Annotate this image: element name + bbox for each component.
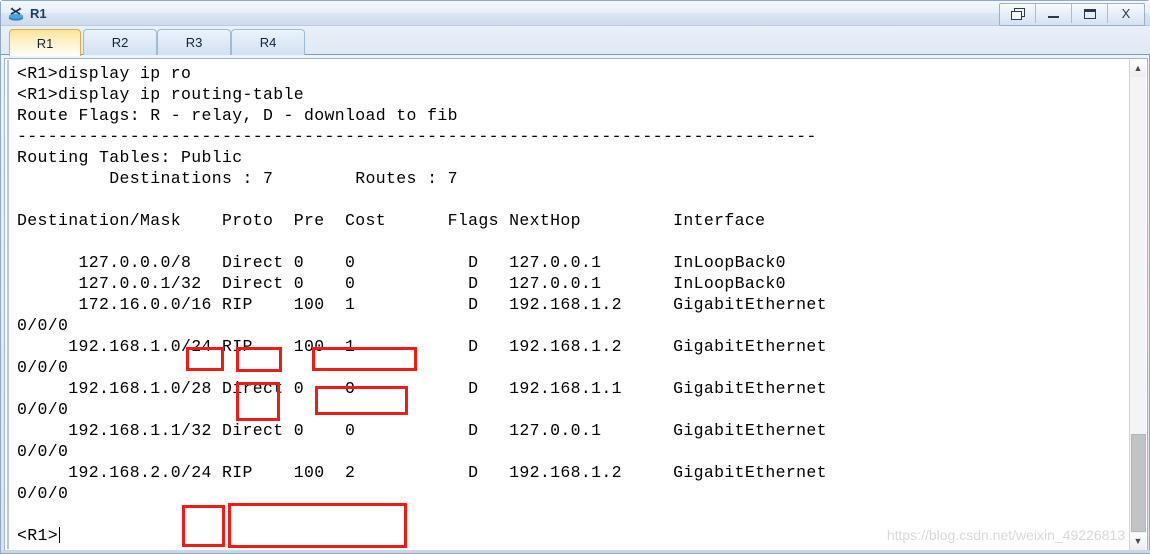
tab-r4[interactable]: R4: [231, 29, 305, 55]
window-title: R1: [30, 5, 47, 21]
window-controls: X: [999, 3, 1145, 26]
terminal-prompt: <R1>: [17, 526, 59, 545]
minimize-icon: [1048, 16, 1059, 18]
maximize-icon: [1083, 8, 1096, 19]
tab-r1[interactable]: R1: [9, 29, 81, 56]
tab-label: R1: [36, 35, 54, 51]
restore-icon: [1010, 7, 1025, 20]
scroll-up-button[interactable]: ▲: [1130, 60, 1146, 77]
text-cursor: [59, 527, 61, 543]
tab-label: R4: [259, 35, 277, 50]
terminal-body: <R1>display ip ro <R1>display ip routing…: [17, 64, 827, 503]
tab-r2[interactable]: R2: [83, 29, 157, 55]
minimize-button[interactable]: [1036, 4, 1072, 23]
tab-label: R2: [111, 35, 129, 50]
router-cli-window: R1 X R1 R2 R3 R4 <R1>display ip ro <R1>d…: [0, 0, 1150, 554]
chevron-down-icon: ▼: [1133, 536, 1143, 546]
tab-label: R3: [185, 35, 203, 50]
status-strip: [1, 550, 1150, 553]
maximize-button[interactable]: [1072, 4, 1108, 23]
terminal-output-area[interactable]: <R1>display ip ro <R1>display ip routing…: [7, 60, 1129, 549]
terminal-text: <R1>display ip ro <R1>display ip routing…: [17, 63, 827, 546]
scrollbar-thumb[interactable]: [1131, 434, 1146, 532]
vertical-scrollbar[interactable]: ▲ ▼: [1129, 60, 1146, 550]
tab-r3[interactable]: R3: [157, 29, 231, 55]
chevron-up-icon: ▲: [1133, 63, 1143, 73]
tab-strip: R1 R2 R3 R4: [1, 26, 1150, 56]
router-icon: [7, 6, 25, 22]
close-icon: X: [1121, 6, 1131, 21]
close-button[interactable]: X: [1108, 4, 1144, 23]
terminal-frame: <R1>display ip ro <R1>display ip routing…: [4, 58, 1148, 552]
title-bar-left: R1: [7, 3, 47, 24]
scroll-down-button[interactable]: ▼: [1130, 533, 1146, 550]
title-bar: R1 X: [1, 1, 1150, 26]
restore-button[interactable]: [1000, 4, 1036, 23]
